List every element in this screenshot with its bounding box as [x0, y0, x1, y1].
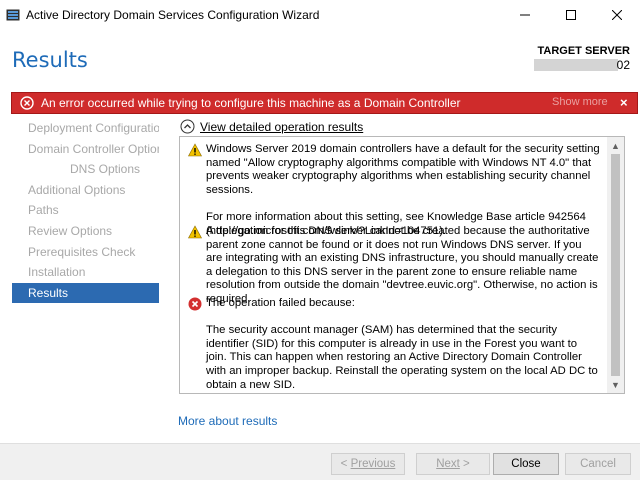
error-icon: [188, 297, 202, 311]
warning-icon: [188, 143, 202, 157]
minimize-icon: [520, 14, 530, 16]
sidebar-item-results[interactable]: Results: [12, 282, 159, 304]
sidebar-item-domain-controller-options[interactable]: Domain Controller Options: [12, 139, 159, 160]
error-icon: [20, 96, 34, 110]
minimize-button[interactable]: [502, 0, 548, 30]
close-window-button[interactable]: [594, 0, 640, 30]
maximize-icon: [566, 10, 576, 20]
page-title: Results: [12, 48, 88, 72]
scroll-thumb[interactable]: [611, 154, 620, 376]
target-server-label: TARGET SERVER: [537, 45, 631, 57]
sidebar-item-paths[interactable]: Paths: [12, 200, 159, 221]
close-button[interactable]: Close: [493, 453, 559, 475]
error-close-button[interactable]: ×: [620, 95, 628, 110]
sidebar-item-prerequisites-check[interactable]: Prerequisites Check: [12, 242, 159, 263]
scroll-down-arrow-icon[interactable]: ▼: [607, 376, 624, 393]
sidebar-nav: Deployment Configuration Domain Controll…: [12, 118, 159, 304]
previous-label: Previous: [350, 458, 396, 470]
target-server-suffix: 02: [616, 58, 630, 72]
message-text: The operation failed because: The securi…: [206, 297, 598, 391]
sidebar-item-additional-options[interactable]: Additional Options: [12, 180, 159, 201]
title-bar: Active Directory Domain Services Configu…: [0, 0, 640, 30]
chevron-up-icon: [180, 119, 195, 134]
scroll-up-arrow-icon[interactable]: ▲: [607, 137, 624, 154]
message-text: Windows Server 2019 domain controllers h…: [206, 143, 600, 237]
sidebar-item-dns-options[interactable]: DNS Options: [12, 159, 159, 180]
error-message: An error occurred while trying to config…: [41, 96, 461, 110]
previous-button[interactable]: < Previous: [331, 453, 405, 475]
previous-prefix: <: [340, 458, 351, 470]
error-banner: An error occurred while trying to config…: [11, 92, 638, 114]
server-manager-icon: [6, 9, 20, 21]
next-suffix: >: [459, 458, 470, 470]
view-details-label: View detailed operation results: [200, 119, 364, 134]
window-title: Active Directory Domain Services Configu…: [26, 8, 320, 22]
sidebar-item-review-options[interactable]: Review Options: [12, 221, 159, 242]
footer-bar: < Previous Next > Close Cancel: [0, 443, 640, 480]
close-icon: [612, 10, 622, 20]
view-details-toggle[interactable]: View detailed operation results: [180, 119, 363, 134]
maximize-button[interactable]: [548, 0, 594, 30]
sidebar-item-installation[interactable]: Installation: [12, 262, 159, 283]
sidebar-item-deployment-configuration[interactable]: Deployment Configuration: [12, 118, 159, 139]
vertical-scrollbar[interactable]: ▲ ▼: [607, 137, 624, 393]
next-button[interactable]: Next >: [416, 453, 490, 475]
warning-icon: [188, 225, 202, 239]
show-more-link[interactable]: Show more: [552, 96, 608, 108]
target-server-name: 02: [534, 58, 630, 72]
cancel-button[interactable]: Cancel: [565, 453, 631, 475]
more-about-results-link[interactable]: More about results: [178, 414, 277, 428]
results-textbox[interactable]: Windows Server 2019 domain controllers h…: [179, 136, 625, 394]
next-label: Next: [436, 458, 460, 470]
redacted-block: [534, 59, 618, 71]
message-text: A delegation for this DNS server cannot …: [206, 225, 599, 305]
